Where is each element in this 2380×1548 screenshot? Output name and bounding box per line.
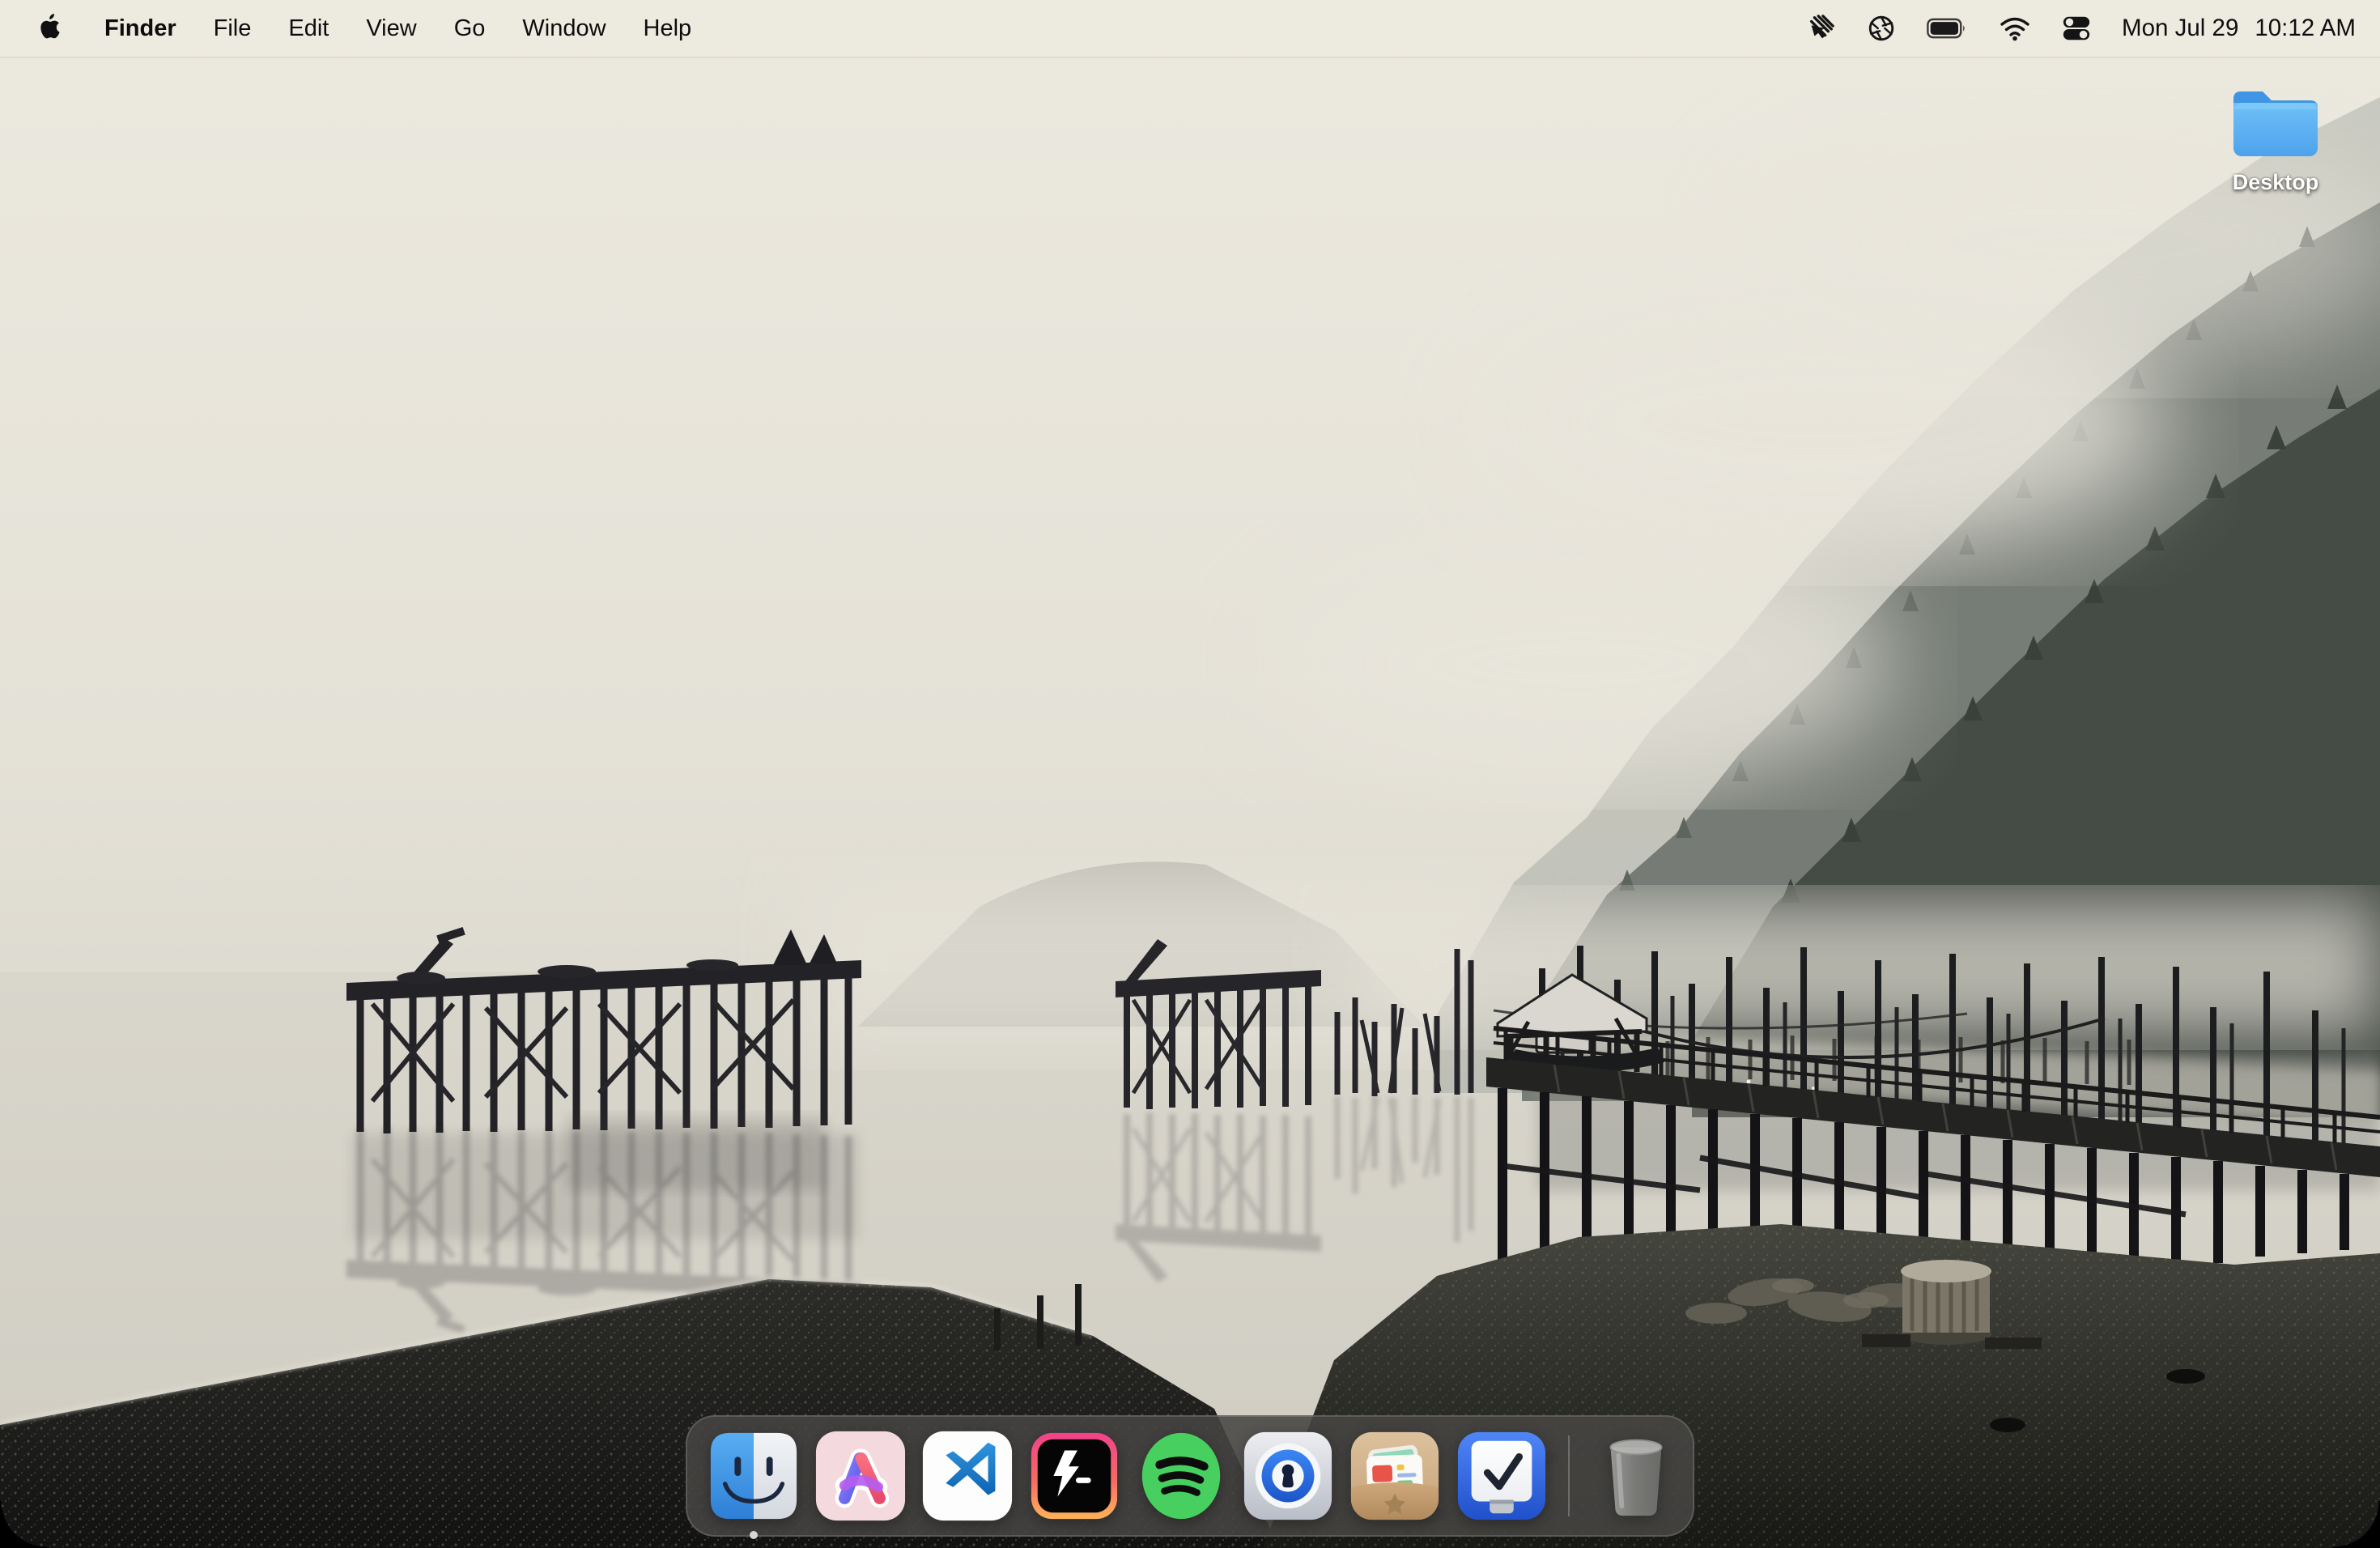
arc-app-icon (813, 1428, 908, 1524)
wallpaper-image (0, 0, 2380, 1548)
dock-item-arc[interactable] (813, 1428, 908, 1524)
menu-clock[interactable]: Mon Jul 29 10:12 AM (2122, 15, 2356, 42)
dock-item-finder[interactable] (706, 1428, 801, 1524)
aperture-menu-extra-icon[interactable] (1866, 11, 1897, 46)
menu-app-finder[interactable]: Finder (86, 0, 195, 57)
wifi-icon[interactable] (1999, 11, 2031, 46)
desktop-folder-label: Desktop (2233, 170, 2319, 195)
onepassword-app-icon (1240, 1428, 1336, 1524)
menu-edit[interactable]: Edit (270, 0, 347, 57)
blue-folder-icon (2225, 81, 2326, 162)
control-center-icon[interactable] (2061, 11, 2092, 46)
striped-pointer-menu-extra-icon[interactable] (1805, 11, 1836, 46)
menu-go[interactable]: Go (436, 0, 504, 57)
dock-item-vscode[interactable] (920, 1428, 1015, 1524)
trash-icon (1588, 1428, 1684, 1524)
dock-item-spotify[interactable] (1133, 1428, 1229, 1524)
finder-app-icon (706, 1428, 801, 1524)
clock-date: Mon Jul 29 (2122, 15, 2238, 42)
menu-file[interactable]: File (195, 0, 270, 57)
menu-window[interactable]: Window (504, 0, 624, 57)
dock-item-terminal[interactable] (1026, 1428, 1122, 1524)
vscode-app-icon (920, 1428, 1015, 1524)
menu-view[interactable]: View (347, 0, 435, 57)
menu-help[interactable]: Help (625, 0, 711, 57)
dock-item-things[interactable] (1454, 1428, 1549, 1524)
dock-item-trash[interactable] (1588, 1428, 1684, 1524)
running-indicator-dot (750, 1531, 758, 1539)
desktop-folder-icon[interactable]: Desktop (2207, 81, 2344, 195)
cardhop-app-icon (1347, 1428, 1443, 1524)
spotify-app-icon (1133, 1428, 1229, 1524)
menu-bar: Finder File Edit View Go Window Help (0, 0, 2380, 57)
terminal-app-icon (1026, 1428, 1122, 1524)
dock-item-1password[interactable] (1240, 1428, 1336, 1524)
macos-desktop: Finder File Edit View Go Window Help (0, 0, 2380, 1548)
things-app-icon (1454, 1428, 1549, 1524)
clock-time: 10:12 AM (2255, 15, 2356, 42)
apple-logo-icon[interactable] (36, 12, 65, 45)
dock-separator (1568, 1435, 1570, 1516)
dock-item-cardhop[interactable] (1347, 1428, 1443, 1524)
dock (686, 1415, 1694, 1537)
battery-icon[interactable] (1927, 11, 1969, 46)
